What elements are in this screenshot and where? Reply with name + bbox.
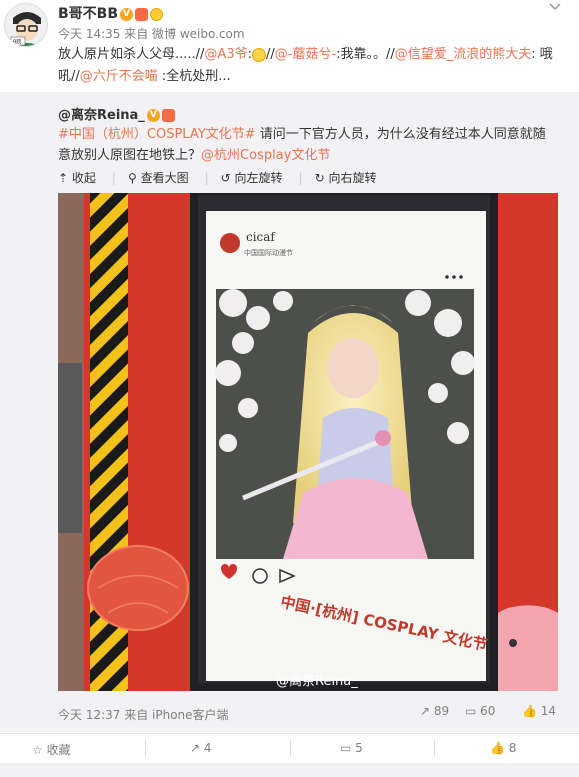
action-divider (434, 740, 435, 756)
post-text-part: :全杭处刑... (157, 69, 231, 84)
like-button[interactable]: 👍 8 (490, 741, 516, 755)
action-divider (145, 740, 146, 756)
like-count[interactable]: 👍 14 (522, 704, 556, 718)
toolbar-divider: | (111, 171, 116, 185)
repost-meta[interactable]: 今天 12:37 来自 iPhone客户端 (58, 706, 229, 723)
favorite-button[interactable]: ☆ 收藏 (32, 741, 71, 758)
repost-count[interactable]: ↗ 89 (420, 704, 449, 718)
poster-logo-cn: 中国国际动漫节 (244, 248, 293, 257)
star-icon: ☆ (32, 743, 43, 757)
repost-author-name[interactable]: @离奈Reina_ (58, 108, 145, 123)
repost-author[interactable]: @离奈Reina_ V (58, 104, 175, 123)
member-badge-icon[interactable] (135, 7, 149, 21)
laughing-emoji-icon (251, 47, 266, 62)
toolbar-divider: | (298, 171, 303, 185)
like-count-value: 14 (540, 704, 557, 718)
page-bottom-strip (0, 763, 579, 777)
share-icon: ↗ (190, 741, 201, 755)
comment-button[interactable]: ▭ 5 (340, 741, 363, 755)
mention-link[interactable]: @-蘑菇兮- (275, 47, 336, 62)
post-photo[interactable]: cicaf 中国国际动漫节 中国·[杭州] COSPLAY 文化节 @离奈Rei… (58, 193, 558, 691)
view-large-button[interactable]: ⚲ 查看大图 (128, 171, 189, 185)
verified-icon: V (146, 109, 160, 122)
comment-icon: ▭ (340, 741, 352, 755)
mention-link[interactable]: @A3爷 (204, 47, 247, 62)
comment-icon: ▭ (465, 704, 477, 718)
post-text: 放人原片如杀人父母.....//@A3爷://@-蘑菇兮-:我靠。。//@信望爱… (58, 44, 568, 88)
comment-count-value: 60 (480, 704, 496, 718)
post-meta[interactable]: 今天 14:35 来自 微博 weibo.com (58, 25, 245, 42)
author-name[interactable]: B哥不BB V (58, 3, 164, 23)
post-text-part: :我靠。。// (336, 47, 395, 62)
repost-label: 4 (203, 741, 212, 755)
post-text-part: // (265, 47, 275, 62)
photo-illustration: cicaf 中国国际动漫节 中国·[杭州] COSPLAY 文化节 @离奈Rei… (58, 193, 558, 691)
hashtag-link[interactable]: #中国（杭州）COSPLAY文化节# (58, 127, 256, 142)
mention-link[interactable]: @六斤不会喵 (80, 69, 158, 84)
photo-watermark: @离奈Reina_ (276, 673, 358, 689)
search-icon: ⚲ (127, 171, 137, 185)
comment-label: 5 (355, 741, 363, 755)
rotate-left-label: 向左旋转 (234, 171, 283, 185)
mention-link[interactable]: @信望爱_流浪的熊大夫 (395, 47, 532, 62)
mention-link[interactable]: @杭州Cosplay文化节 (201, 148, 330, 163)
repost-button[interactable]: ↗ 4 (190, 741, 212, 755)
post-text-part: 放人原片如杀人父母.....// (58, 47, 205, 62)
svg-text:B院: B院 (13, 39, 21, 46)
author-avatar[interactable]: B院 (4, 3, 48, 47)
comment-count[interactable]: ▭ 60 (465, 704, 495, 718)
image-toolbar: ⇡ 收起 | ⚲ 查看大图 | ↺ 向左旋转 | ↻ 向右旋转 (58, 169, 393, 186)
thumbs-up-icon: 👍 (490, 741, 505, 755)
rotate-left-icon: ↺ (220, 171, 231, 185)
collapse-icon: ⇡ (58, 171, 69, 185)
rotate-right-button[interactable]: ↻ 向右旋转 (315, 171, 377, 185)
rotate-right-label: 向右旋转 (328, 171, 377, 185)
poster-logo-text: cicaf (246, 230, 276, 244)
author-name-text[interactable]: B哥不BB (58, 6, 118, 22)
repost-text: #中国（杭州）COSPLAY文化节# 请问一下官方人员，为什么没有经过本人同意就… (58, 124, 558, 166)
share-icon: ↗ (420, 704, 431, 718)
medal-icon[interactable] (150, 7, 164, 21)
thumbs-up-icon: 👍 (522, 704, 537, 718)
member-badge-icon[interactable] (161, 109, 175, 122)
favorite-label: 收藏 (46, 743, 71, 757)
chevron-down-icon[interactable] (549, 0, 561, 14)
collapse-label: 收起 (71, 171, 96, 185)
view-large-label: 查看大图 (140, 171, 189, 185)
action-divider (290, 740, 291, 756)
rotate-right-icon: ↻ (314, 171, 325, 185)
collapse-button[interactable]: ⇡ 收起 (58, 171, 96, 185)
rotate-left-button[interactable]: ↺ 向左旋转 (221, 171, 283, 185)
repost-count-value: 89 (433, 704, 450, 718)
verified-icon: V (120, 7, 134, 21)
like-label: 8 (508, 741, 517, 755)
toolbar-divider: | (204, 171, 209, 185)
